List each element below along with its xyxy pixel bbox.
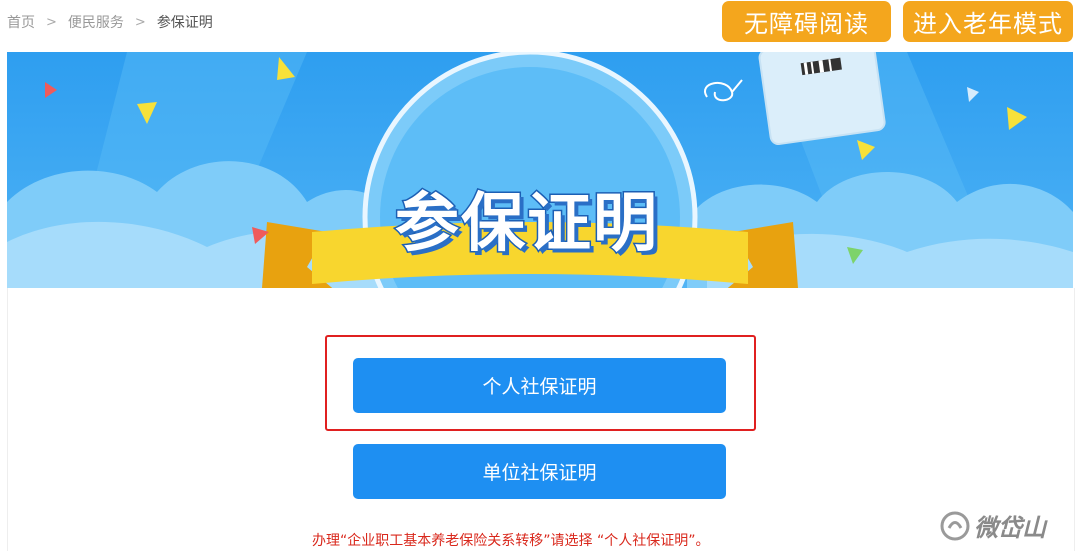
banner-title: 参保证明 <box>394 186 659 263</box>
transfer-notice: 办理“企业职工基本养老保险关系转移”请选择 “个人社保证明”。 <box>312 533 710 549</box>
personal-social-security-certificate-button[interactable]: 个人社保证明 <box>353 358 726 413</box>
breadcrumb-separator-icon: > <box>46 14 57 30</box>
breadcrumb: 首页 > 便民服务 > 参保证明 <box>7 12 213 32</box>
breadcrumb-home-link[interactable]: 首页 <box>7 12 35 32</box>
watermark-text: 微岱山 <box>974 514 1046 542</box>
company-social-security-certificate-button[interactable]: 单位社保证明 <box>353 444 726 499</box>
elderly-mode-button[interactable]: 进入老年模式 <box>903 1 1073 42</box>
breadcrumb-current: 参保证明 <box>156 15 213 31</box>
breadcrumb-section-link[interactable]: 便民服务 <box>68 12 124 32</box>
watermark-logo-icon <box>940 511 970 540</box>
accessibility-reading-button[interactable]: 无障碍阅读 <box>722 1 891 42</box>
banner: 参保证明 <box>7 52 1073 288</box>
breadcrumb-separator-icon: > <box>134 14 146 30</box>
top-bar: 首页 > 便民服务 > 参保证明 无障碍阅读 进入老年模式 <box>0 0 1080 46</box>
watermark: 微岱山 <box>940 508 1046 543</box>
